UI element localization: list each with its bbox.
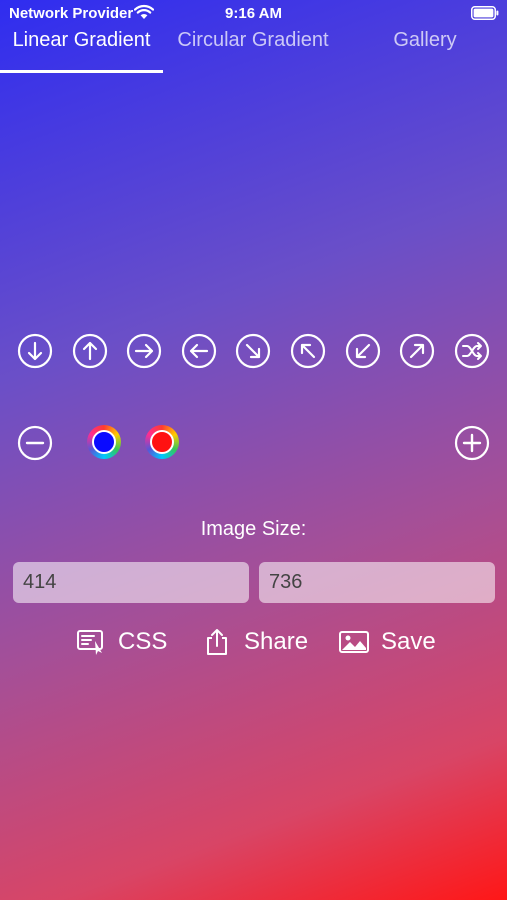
share-label: Share [244,628,309,655]
photo-icon [339,627,369,657]
arrow-right-icon[interactable] [126,333,162,369]
image-size-label: Image Size: [200,518,307,540]
direction-buttons [0,333,507,369]
css-code-icon [76,627,106,657]
arrow-down-left-icon[interactable] [345,333,381,369]
height-input[interactable] [259,562,495,603]
add-color-button[interactable] [454,425,490,461]
arrow-down-right-icon[interactable] [235,333,271,369]
clock: 9:16 AM [225,5,282,22]
arrow-up-right-icon[interactable] [399,333,435,369]
arrow-left-icon[interactable] [181,333,217,369]
arrow-up-left-icon[interactable] [290,333,326,369]
tab-bar: Linear Gradient Circular Gradient Galler… [0,26,507,74]
save-button[interactable]: Save [339,622,436,662]
width-input[interactable] [13,562,249,603]
color-swatch-2[interactable] [145,425,179,459]
battery-icon [471,6,499,20]
arrow-up-icon[interactable] [72,333,108,369]
tab-indicator [0,70,163,73]
shuffle-icon[interactable] [454,333,490,369]
css-label: CSS [118,628,168,655]
tab-gallery[interactable]: Gallery [343,26,507,74]
status-bar: Network Provider 9:16 AM [0,0,507,26]
color-swatch-1-fill [92,430,116,454]
tab-linear-gradient[interactable]: Linear Gradient [0,26,163,74]
color-swatch-1[interactable] [87,425,121,459]
color-swatch-2-fill [150,430,174,454]
remove-color-button[interactable] [17,425,53,461]
share-button[interactable]: Share [202,622,308,662]
arrow-down-icon[interactable] [17,333,53,369]
share-icon [202,627,232,657]
save-label: Save [381,628,436,655]
css-button[interactable]: CSS [76,622,167,662]
color-stops [0,424,507,462]
action-bar: CSS Share Save [0,622,507,662]
tab-circular-gradient[interactable]: Circular Gradient [163,26,343,74]
